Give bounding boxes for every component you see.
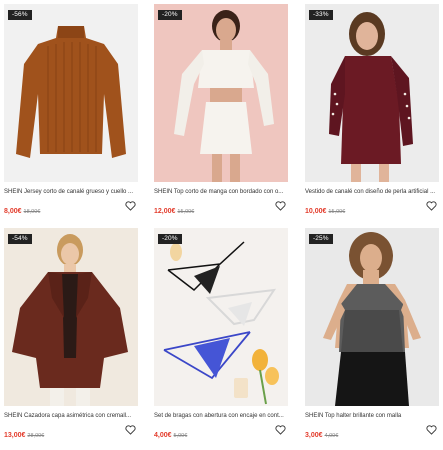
tulip-decoration (252, 349, 279, 405)
leather-jacket-illustration (12, 234, 128, 406)
product-old-price: 18,00€ (23, 209, 41, 215)
product-image-leather-jacket[interactable]: -54% (4, 228, 138, 406)
product-image-halter-top[interactable]: -25% (305, 228, 439, 406)
discount-badge: -20% (158, 10, 182, 20)
discount-badge: -25% (309, 234, 333, 244)
burgundy-dress-illustration (329, 12, 413, 182)
product-title[interactable]: SHEIN Top halter brillante con malla (305, 412, 437, 421)
lace-set-illustration (163, 241, 279, 405)
discount-badge: -20% (158, 234, 182, 244)
product-title[interactable]: SHEIN Cazadora capa asimétrica con crema… (4, 412, 136, 421)
halter-top-illustration (323, 232, 421, 406)
product-price: 12,00€ (154, 208, 176, 215)
product-old-price: 4,00€ (324, 433, 339, 439)
product-card[interactable]: -20% Set de bragas con abertura con enca… (154, 228, 288, 439)
price-row: 4,00€ 5,00€ (154, 424, 288, 439)
product-title[interactable]: Set de bragas con abertura con encaje en… (154, 412, 286, 421)
product-title[interactable]: Vestido de canalé con diseño de perla ar… (305, 188, 437, 197)
heart-icon[interactable] (426, 425, 437, 435)
product-grid: -56% SHEIN Jersey corto de canalé grueso… (0, 0, 443, 450)
product-card[interactable]: -20% SHEIN Top corto de manga con bordad… (154, 4, 288, 215)
product-old-price: 15,00€ (328, 209, 346, 215)
product-image-lace-set[interactable]: -20% (154, 228, 288, 406)
product-image-sweater[interactable]: -56% (4, 4, 138, 182)
price-row: 3,00€ 4,00€ (305, 424, 439, 439)
discount-badge: -54% (8, 234, 32, 244)
product-price: 8,00€ (4, 208, 22, 215)
product-price: 13,00€ (4, 432, 26, 439)
product-old-price: 5,00€ (173, 433, 188, 439)
white-set-illustration (174, 10, 274, 182)
product-card[interactable]: -25% SHEIN Top halter brillante con mall… (305, 228, 439, 439)
product-image-white-set[interactable]: -20% (154, 4, 288, 182)
product-image-burgundy-dress[interactable]: -33% (305, 4, 439, 182)
heart-icon[interactable] (125, 425, 136, 435)
sweater-illustration (16, 26, 126, 158)
price-row: 12,00€ 15,00€ (154, 200, 288, 215)
product-price: 4,00€ (154, 432, 172, 439)
heart-icon[interactable] (275, 201, 286, 211)
product-card[interactable]: -54% SHEIN Cazadora capa asimétrica con … (4, 228, 138, 439)
heart-icon[interactable] (125, 201, 136, 211)
product-card[interactable]: -56% SHEIN Jersey corto de canalé grueso… (4, 4, 138, 215)
price-row: 10,00€ 15,00€ (305, 200, 439, 215)
product-price: 3,00€ (305, 432, 323, 439)
product-price: 10,00€ (305, 208, 327, 215)
product-title[interactable]: SHEIN Jersey corto de canalé grueso y cu… (4, 188, 136, 197)
product-old-price: 28,00€ (27, 433, 45, 439)
price-row: 13,00€ 28,00€ (4, 424, 138, 439)
price-row: 8,00€ 18,00€ (4, 200, 138, 215)
heart-icon[interactable] (275, 425, 286, 435)
product-title[interactable]: SHEIN Top corto de manga con bordado con… (154, 188, 286, 197)
discount-badge: -56% (8, 10, 32, 20)
discount-badge: -33% (309, 10, 333, 20)
product-card[interactable]: -33% Vestido de canalé con diseño de per… (305, 4, 439, 215)
heart-icon[interactable] (426, 201, 437, 211)
product-old-price: 15,00€ (177, 209, 195, 215)
